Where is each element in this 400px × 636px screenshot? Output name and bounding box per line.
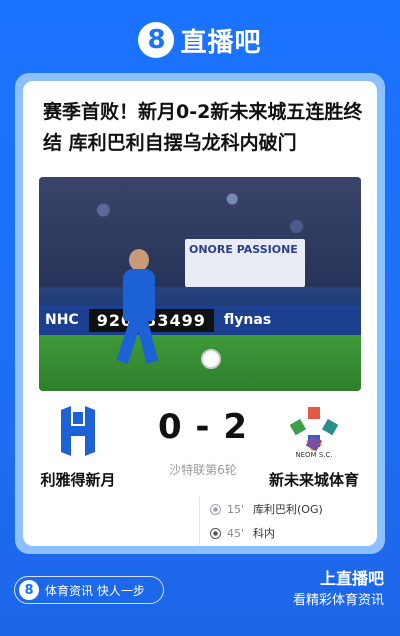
photo-ad-board: NHC 920033499 flynas bbox=[39, 305, 361, 335]
footer-promo-line2: 看精彩体育资讯 bbox=[292, 593, 384, 608]
away-team[interactable]: NEOM S.C. 新未来城体育 bbox=[259, 403, 369, 490]
event-text: 科内 bbox=[253, 527, 275, 540]
brand-logo-icon: 8 bbox=[138, 22, 175, 58]
footer-promo: 上直播吧 看精彩体育资讯 bbox=[293, 568, 384, 612]
event-row: 15' 库利巴利(OG) bbox=[210, 497, 359, 521]
footer-promo-line1: 上直播吧 bbox=[319, 569, 384, 588]
news-card-frame: 赛季首败！新月0-2新未来城五连胜终结 库利巴利自摆乌龙科内破门 ONORE P… bbox=[15, 73, 385, 554]
photo-player bbox=[109, 247, 169, 367]
photo-banner: ONORE PASSIONE bbox=[185, 239, 305, 287]
svg-text:NEOM S.C.: NEOM S.C. bbox=[295, 451, 332, 459]
home-team-name: 利雅得新月 bbox=[40, 471, 116, 489]
event-minute: 45' bbox=[227, 526, 245, 540]
ad-left-text: NHC bbox=[45, 312, 79, 328]
match-score: 0 - 2 bbox=[157, 407, 249, 447]
article-headline[interactable]: 赛季首败！新月0-2新未来城五连胜终结 库利巴利自摆乌龙科内破门 bbox=[43, 97, 373, 159]
app-header: 8 直播吧 bbox=[0, 18, 400, 62]
ad-right-text: flynas bbox=[223, 312, 272, 328]
al-hilal-logo-icon bbox=[50, 403, 106, 459]
match-photo: ONORE PASSIONE NHC 920033499 flynas bbox=[39, 177, 361, 391]
brand-name: 直播吧 bbox=[180, 27, 262, 58]
goal-icon bbox=[210, 527, 221, 539]
event-row: 45' 科内 bbox=[210, 521, 359, 545]
match-events: 15' 库利巴利(OG) 45' 科内 bbox=[199, 497, 359, 545]
event-minute: 15' bbox=[227, 502, 245, 516]
match-round: 沙特联第6轮 bbox=[169, 463, 237, 477]
news-card[interactable]: 赛季首败！新月0-2新未来城五连胜终结 库利巴利自摆乌龙科内破门 ONORE P… bbox=[23, 81, 377, 546]
footer-slogan: 体育资讯 快人一步 bbox=[45, 583, 145, 598]
neom-logo-icon: NEOM S.C. bbox=[286, 403, 342, 459]
photo-ball bbox=[201, 349, 221, 369]
event-text: 库利巴利(OG) bbox=[253, 503, 323, 516]
own-goal-icon bbox=[210, 503, 221, 515]
footer-slogan-pill[interactable]: 8 体育资讯 快人一步 bbox=[14, 576, 164, 604]
photo-pitch bbox=[39, 335, 361, 391]
away-team-name: 新未来城体育 bbox=[268, 471, 359, 489]
home-team[interactable]: 利雅得新月 bbox=[23, 403, 133, 490]
footer-logo-icon: 8 bbox=[19, 580, 39, 600]
